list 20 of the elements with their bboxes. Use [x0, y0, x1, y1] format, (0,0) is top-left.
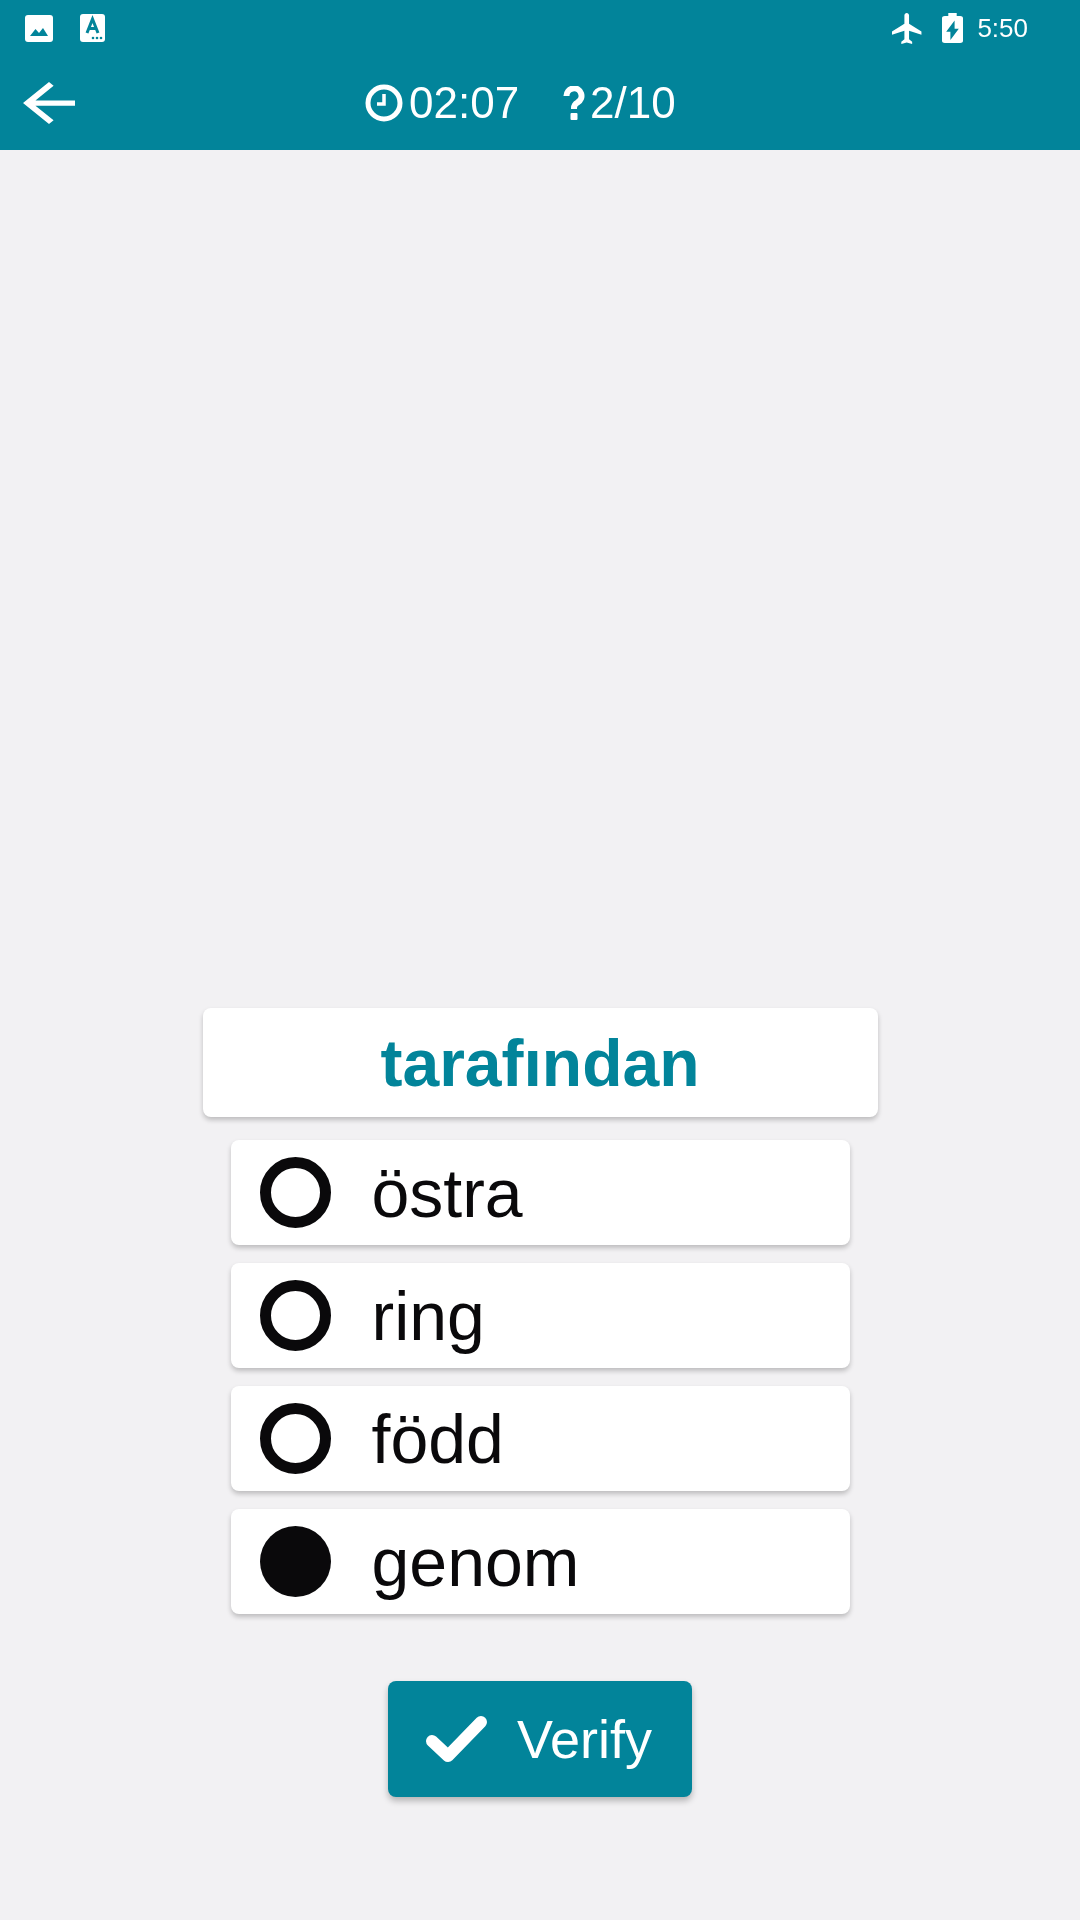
airplane-icon [892, 12, 924, 44]
image-icon [25, 14, 53, 42]
answer-option[interactable]: genom [230, 1509, 850, 1614]
back-button[interactable] [23, 81, 75, 125]
answer-option[interactable]: östra [230, 1140, 850, 1245]
question-counter: 2/10 [590, 81, 676, 125]
question-mark-icon [563, 86, 586, 120]
status-time: 5:50 [977, 15, 1028, 41]
check-icon [425, 1715, 488, 1763]
letter-a-icon [80, 14, 105, 42]
timer-text: 02:07 [409, 81, 520, 125]
answer-option[interactable]: född [230, 1386, 850, 1491]
battery-charging-icon [942, 13, 964, 43]
verify-button[interactable]: Verify [388, 1681, 692, 1797]
option-label: östra [371, 1158, 523, 1227]
option-label: född [371, 1404, 504, 1473]
question-word: tarafından [380, 1029, 700, 1096]
answer-option[interactable]: ring [230, 1263, 850, 1368]
clock-icon [365, 84, 403, 122]
back-arrow-icon [23, 82, 75, 124]
